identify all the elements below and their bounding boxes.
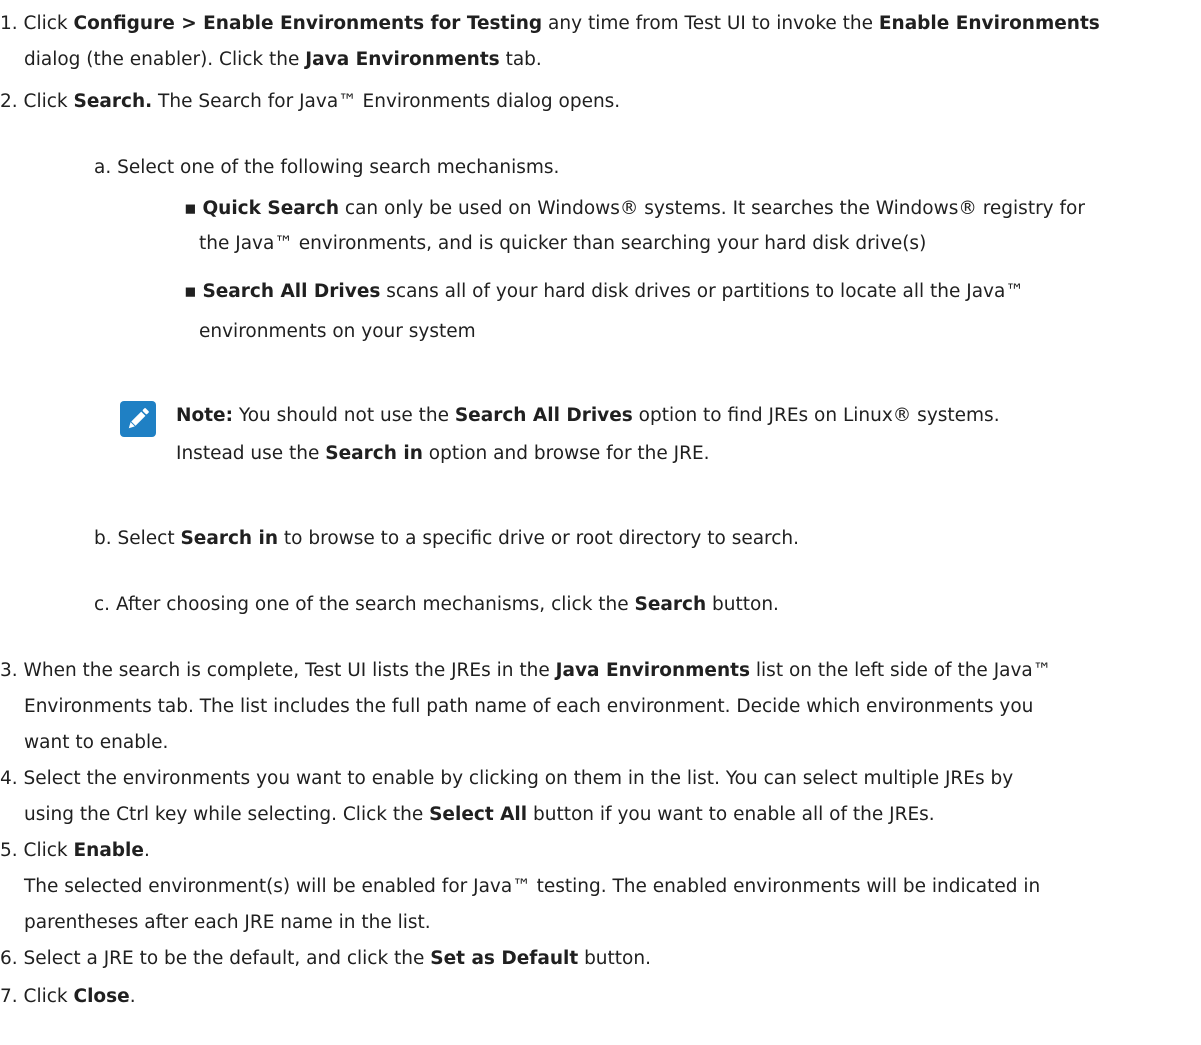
ui-term: Search in bbox=[325, 443, 423, 464]
step-number: 1. bbox=[0, 13, 18, 34]
ui-term: Java Environments bbox=[305, 49, 500, 70]
substep-a: a. Select one of the following search me… bbox=[94, 157, 560, 178]
ui-term: Search. bbox=[73, 91, 153, 112]
step-number: 6. bbox=[0, 948, 18, 969]
ui-term: Configure > Enable Environments for Test… bbox=[73, 13, 543, 34]
ui-term: Enable bbox=[73, 840, 144, 861]
step-5-line-1: 5. Click Enable. bbox=[0, 840, 150, 861]
step-number: 3. bbox=[0, 660, 18, 681]
bullet-marker: ▪ bbox=[184, 281, 197, 302]
step-1-line-2: dialog (the enabler). Click the Java Env… bbox=[24, 49, 542, 70]
pencil-icon bbox=[120, 401, 156, 437]
step-2-line-1: 2. Click Search. The Search for Java™ En… bbox=[0, 91, 621, 112]
step-4-line-2: using the Ctrl key while selecting. Clic… bbox=[24, 804, 935, 825]
note-line-1: Note: You should not use the Search All … bbox=[176, 405, 1000, 426]
ui-term: Quick Search bbox=[202, 198, 340, 219]
document: 1. Click Configure > Enable Environments… bbox=[0, 0, 1201, 1045]
ui-term: Enable Environments bbox=[878, 13, 1100, 34]
step-number: 4. bbox=[0, 768, 18, 789]
bullet-search-all-drives-line-1: ▪ Search All Drives scans all of your ha… bbox=[184, 281, 1024, 302]
step-7: 7. Click Close. bbox=[0, 986, 136, 1007]
substep-letter: a. bbox=[94, 157, 112, 178]
substep-letter: c. bbox=[94, 594, 111, 615]
step-4-line-1: 4. Select the environments you want to e… bbox=[0, 768, 1014, 789]
bullet-marker: ▪ bbox=[184, 198, 197, 219]
ui-term: Search All Drives bbox=[202, 281, 381, 302]
ui-term: Java Environments bbox=[555, 660, 751, 681]
step-3-line-3: want to enable. bbox=[24, 732, 169, 753]
ui-term: Search in bbox=[180, 528, 279, 549]
bullet-search-all-drives-line-2: environments on your system bbox=[199, 321, 476, 342]
step-6: 6. Select a JRE to be the default, and c… bbox=[0, 948, 651, 969]
step-number: 7. bbox=[0, 986, 18, 1007]
step-number: 5. bbox=[0, 840, 18, 861]
step-5-line-2: The selected environment(s) will be enab… bbox=[24, 876, 1041, 897]
step-number: 2. bbox=[0, 91, 18, 112]
ui-term: Close bbox=[73, 986, 130, 1007]
step-3-line-2: Environments tab. The list includes the … bbox=[24, 696, 1034, 717]
step-1-line-1: 1. Click Configure > Enable Environments… bbox=[0, 13, 1100, 34]
ui-term: Select All bbox=[429, 804, 528, 825]
bullet-quick-search-line-2: the Java™ environments, and is quicker t… bbox=[199, 233, 927, 254]
substep-c: c. After choosing one of the search mech… bbox=[94, 594, 779, 615]
bullet-quick-search-line-1: ▪ Quick Search can only be used on Windo… bbox=[184, 198, 1085, 219]
note-label: Note: bbox=[176, 405, 233, 426]
ui-term: Search All Drives bbox=[454, 405, 633, 426]
step-3-line-1: 3. When the search is complete, Test UI … bbox=[0, 660, 1052, 681]
note-line-2: Instead use the Search in option and bro… bbox=[176, 443, 710, 464]
ui-term: Search bbox=[634, 594, 707, 615]
step-5-line-3: parentheses after each JRE name in the l… bbox=[24, 912, 431, 933]
substep-letter: b. bbox=[94, 528, 112, 549]
ui-term: Set as Default bbox=[430, 948, 579, 969]
substep-b: b. Select Search in to browse to a speci… bbox=[94, 528, 800, 549]
